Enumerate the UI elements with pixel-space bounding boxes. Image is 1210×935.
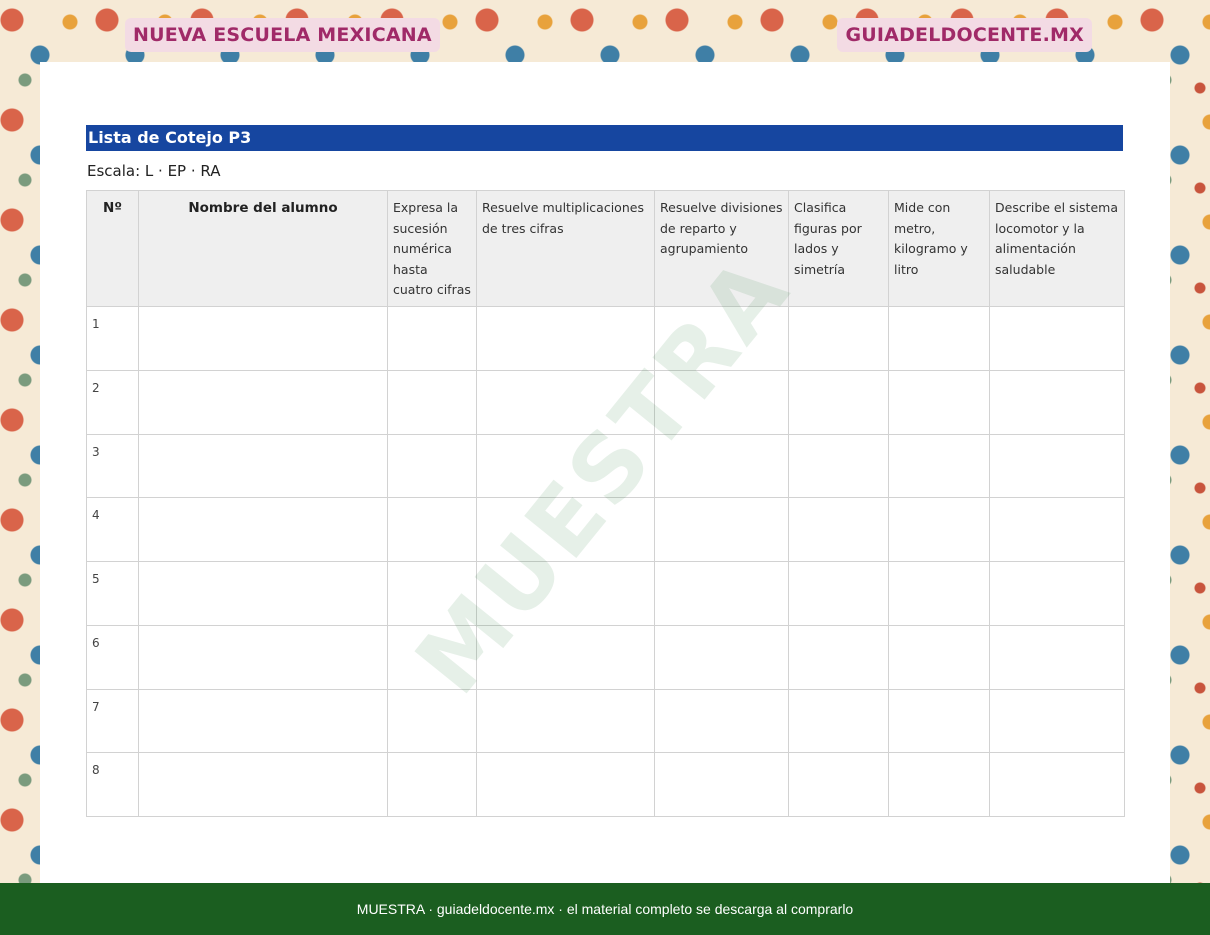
row-number: 7 (86, 688, 139, 754)
criterion-cell[interactable] (888, 624, 990, 690)
criterion-cell[interactable] (476, 433, 655, 499)
criterion-cell[interactable] (387, 561, 477, 626)
criterion-cell[interactable] (654, 369, 789, 435)
table-row: 2 (86, 369, 1125, 435)
criterion-cell[interactable] (989, 561, 1125, 626)
table-row: 3 (86, 433, 1125, 499)
row-number: 2 (86, 369, 139, 435)
header-badge-nueva-escuela: NUEVA ESCUELA MEXICANA (125, 18, 440, 52)
student-name-cell[interactable] (138, 433, 388, 499)
document-sheet: Lista de Cotejo P3 Escala: L · EP · RA N… (40, 62, 1170, 883)
column-header-criterion-3: Resuelve divisiones de reparto y agrupam… (654, 190, 789, 307)
criterion-cell[interactable] (989, 688, 1125, 754)
column-header-criterion-4: Clasifica figuras por lados y simetría (788, 190, 889, 307)
criterion-cell[interactable] (888, 561, 990, 626)
criterion-cell[interactable] (654, 497, 789, 562)
student-name-cell[interactable] (138, 624, 388, 690)
criterion-cell[interactable] (888, 369, 990, 435)
criterion-cell[interactable] (788, 561, 889, 626)
row-number: 1 (86, 306, 139, 371)
student-name-cell[interactable] (138, 561, 388, 626)
criterion-cell[interactable] (788, 433, 889, 499)
document-title: Lista de Cotejo P3 (86, 125, 1123, 151)
criterion-cell[interactable] (387, 497, 477, 562)
criterion-cell[interactable] (387, 752, 477, 817)
criterion-cell[interactable] (476, 752, 655, 817)
table-row: 7 (86, 688, 1125, 754)
row-number: 6 (86, 624, 139, 690)
criterion-cell[interactable] (654, 306, 789, 371)
criterion-cell[interactable] (989, 433, 1125, 499)
table-row: 4 (86, 497, 1125, 562)
row-number: 5 (86, 561, 139, 626)
column-header-number: Nº (86, 190, 139, 307)
criterion-cell[interactable] (387, 433, 477, 499)
criterion-cell[interactable] (476, 497, 655, 562)
footer-banner: MUESTRA · guiadeldocente.mx · el materia… (0, 883, 1210, 935)
table-row: 5 (86, 561, 1125, 626)
criterion-cell[interactable] (989, 752, 1125, 817)
row-number: 4 (86, 497, 139, 562)
criterion-cell[interactable] (989, 306, 1125, 371)
student-name-cell[interactable] (138, 497, 388, 562)
criterion-cell[interactable] (788, 624, 889, 690)
criterion-cell[interactable] (476, 624, 655, 690)
column-header-criterion-6: Describe el sistema locomotor y la alime… (989, 190, 1125, 307)
column-header-criterion-2: Resuelve multiplicaciones de tres cifras (476, 190, 655, 307)
criterion-cell[interactable] (888, 752, 990, 817)
criterion-cell[interactable] (888, 433, 990, 499)
criterion-cell[interactable] (387, 306, 477, 371)
column-header-criterion-5: Mide con metro, kilogramo y litro (888, 190, 990, 307)
criterion-cell[interactable] (476, 688, 655, 754)
criterion-cell[interactable] (888, 688, 990, 754)
criterion-cell[interactable] (654, 624, 789, 690)
column-header-student-name: Nombre del alumno (138, 190, 388, 307)
table-row: 6 (86, 624, 1125, 690)
scale-legend: Escala: L · EP · RA (87, 162, 221, 180)
criterion-cell[interactable] (654, 688, 789, 754)
criterion-cell[interactable] (989, 369, 1125, 435)
checklist-table: Nº Nombre del alumno Expresa la sucesión… (86, 190, 1125, 817)
student-name-cell[interactable] (138, 369, 388, 435)
row-number: 8 (86, 752, 139, 817)
criterion-cell[interactable] (788, 306, 889, 371)
criterion-cell[interactable] (888, 497, 990, 562)
criterion-cell[interactable] (788, 497, 889, 562)
criterion-cell[interactable] (476, 369, 655, 435)
header-badge-site: GUIADELDOCENTE.MX (837, 18, 1092, 52)
criterion-cell[interactable] (989, 497, 1125, 562)
criterion-cell[interactable] (989, 624, 1125, 690)
row-number: 3 (86, 433, 139, 499)
criterion-cell[interactable] (476, 306, 655, 371)
criterion-cell[interactable] (788, 369, 889, 435)
criterion-cell[interactable] (476, 561, 655, 626)
criterion-cell[interactable] (654, 752, 789, 817)
criterion-cell[interactable] (788, 752, 889, 817)
criterion-cell[interactable] (387, 624, 477, 690)
student-name-cell[interactable] (138, 688, 388, 754)
column-header-criterion-1: Expresa la sucesión numérica hasta cuatr… (387, 190, 477, 307)
criterion-cell[interactable] (654, 561, 789, 626)
table-header-row: Nº Nombre del alumno Expresa la sucesión… (86, 190, 1125, 307)
table-row: 8 (86, 752, 1125, 817)
student-name-cell[interactable] (138, 306, 388, 371)
table-row: 1 (86, 306, 1125, 371)
criterion-cell[interactable] (387, 369, 477, 435)
criterion-cell[interactable] (788, 688, 889, 754)
student-name-cell[interactable] (138, 752, 388, 817)
criterion-cell[interactable] (654, 433, 789, 499)
criterion-cell[interactable] (888, 306, 990, 371)
criterion-cell[interactable] (387, 688, 477, 754)
